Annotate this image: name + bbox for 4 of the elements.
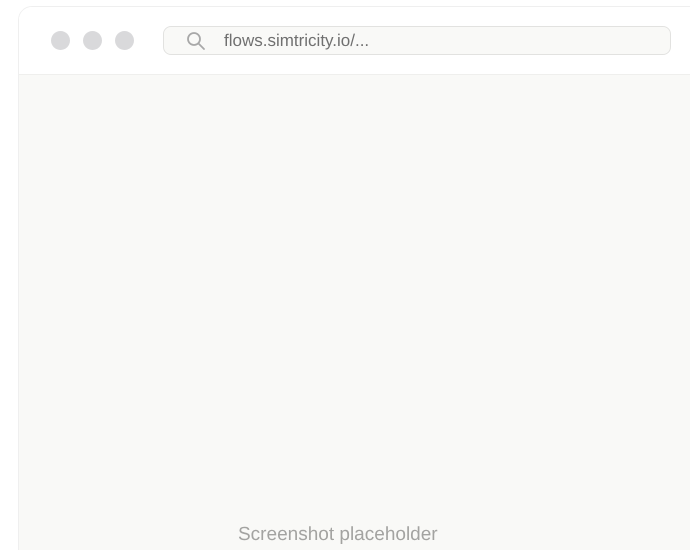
address-field[interactable]: flows.simtricity.io/... [163,26,671,55]
placeholder-text: Screenshot placeholder [238,523,438,547]
url-text: flows.simtricity.io/... [224,30,370,52]
search-icon [186,30,206,50]
